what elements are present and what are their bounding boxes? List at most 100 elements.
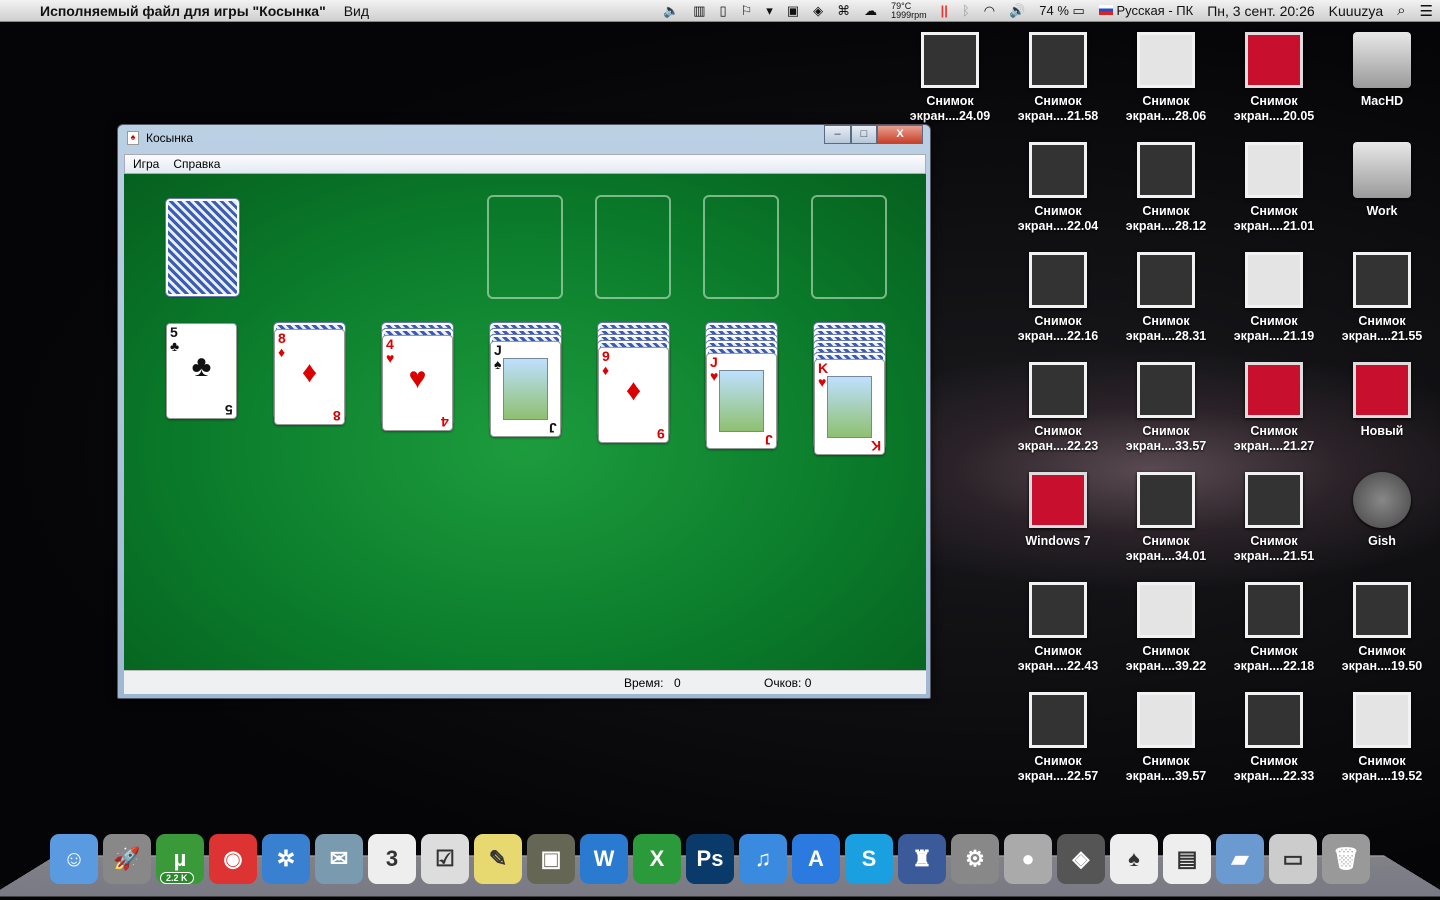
dock-document-icon[interactable]: ▤ <box>1163 834 1211 884</box>
dropdown-icon[interactable]: ▾ <box>766 3 773 19</box>
dock-solitaire-icon[interactable]: ♠ <box>1110 834 1158 884</box>
desktop-icon[interactable]: Снимок экран....21.01 <box>1222 142 1326 234</box>
volume-status-icon[interactable]: 🔈 <box>663 3 679 19</box>
fan-icon[interactable]: ☁ <box>864 3 877 19</box>
desktop-icon[interactable]: Work <box>1330 142 1434 219</box>
desktop-icon[interactable]: Снимок экран....22.57 <box>1006 692 1110 784</box>
bluetooth-icon[interactable]: ᛒ <box>962 3 970 18</box>
dock-calendar-icon[interactable]: 3 <box>368 834 416 884</box>
battery-status[interactable]: 74 % ▭ <box>1039 3 1085 19</box>
dock-iphoto-icon[interactable]: ▣ <box>527 834 575 884</box>
dock-folder-icon[interactable]: ▰ <box>1216 834 1264 884</box>
desktop-icon[interactable]: Снимок экран....21.58 <box>1006 32 1110 124</box>
dock-glyph: A <box>808 846 824 871</box>
command-icon[interactable]: ⌘ <box>837 3 850 19</box>
foundation-slot[interactable] <box>811 195 887 299</box>
desktop-icon[interactable]: Снимок экран....39.57 <box>1114 692 1218 784</box>
temperature-readout[interactable]: 79°C 1999rpm <box>891 1 927 20</box>
foundation-slot[interactable] <box>703 195 779 299</box>
desktop-icon[interactable]: Снимок экран....22.16 <box>1006 252 1110 344</box>
desktop-icon[interactable]: Windows 7 <box>1006 472 1110 549</box>
desktop-icon[interactable]: Gish <box>1330 472 1434 549</box>
maximize-button[interactable]: □ <box>851 125 877 144</box>
dock-utorrent-icon[interactable]: µ 2.2 K <box>156 834 204 884</box>
icon-label: Снимок <box>1358 644 1406 658</box>
dock-reminders-icon[interactable]: ☑ <box>421 834 469 884</box>
device-status-icon[interactable]: ▥ <box>693 3 705 19</box>
face-up-card[interactable]: J♠♠J <box>490 341 561 437</box>
desktop-icon[interactable]: MacHD <box>1330 32 1434 109</box>
menu-help[interactable]: Справка <box>173 157 220 171</box>
spotlight-search-icon[interactable]: ⌕ <box>1397 2 1405 19</box>
dock-photoshop-icon[interactable]: Ps <box>686 834 734 884</box>
desktop-icon[interactable]: Снимок экран....22.43 <box>1006 582 1110 674</box>
face-up-card[interactable]: J♥♥J <box>706 353 777 449</box>
foundation-slot[interactable] <box>487 195 563 299</box>
notification-center-icon[interactable]: ☰ <box>1420 2 1433 20</box>
dock-safari-icon[interactable]: ✲ <box>262 834 310 884</box>
flag-icon[interactable]: ⚐ <box>741 3 753 19</box>
volume-icon[interactable]: 🔊 <box>1009 3 1025 19</box>
dock-chrome-icon[interactable]: ◉ <box>209 834 257 884</box>
dock-word-icon[interactable]: W <box>580 834 628 884</box>
dock-excel-icon[interactable]: X <box>633 834 681 884</box>
dock-skype-icon[interactable]: S <box>845 834 893 884</box>
dock-finder-icon[interactable]: ☺ <box>50 834 98 884</box>
dock-app-store-icon[interactable]: A <box>792 834 840 884</box>
input-source-label: Русская - ПК <box>1116 3 1194 18</box>
game-board[interactable]: 5♣♣5 8♦♦8 4♥♥4 J♠♠J 9♦♦9 J♥♥J K♥♥K <box>124 174 926 670</box>
desktop-icon[interactable]: Снимок экран....21.55 <box>1330 252 1434 344</box>
stock-pile[interactable] <box>165 198 240 297</box>
desktop-icon[interactable]: Снимок экран....28.06 <box>1114 32 1218 124</box>
desktop-icon[interactable]: Снимок экран....39.22 <box>1114 582 1218 674</box>
desktop-icon[interactable]: Снимок экран....22.18 <box>1222 582 1326 674</box>
desktop-icon[interactable]: Снимок экран....19.50 <box>1330 582 1434 674</box>
desktop-icon[interactable]: Снимок экран....24.09 <box>898 32 1002 124</box>
desktop-icon[interactable]: Снимок экран....28.12 <box>1114 142 1218 234</box>
dock-automator-icon[interactable]: ♜ <box>898 834 946 884</box>
desktop-icon[interactable]: Снимок экран....19.52 <box>1330 692 1434 784</box>
app-status-icon[interactable]: ▣ <box>787 3 799 19</box>
dock-trash-icon[interactable]: 🗑 <box>1322 834 1370 884</box>
desktop-icon[interactable]: Снимок экран....34.01 <box>1114 472 1218 564</box>
menu-view[interactable]: Вид <box>344 3 369 19</box>
desktop-icon[interactable]: Снимок экран....22.33 <box>1222 692 1326 784</box>
dropbox-icon[interactable]: ◈ <box>813 3 823 19</box>
time-value: 0 <box>674 676 681 690</box>
card-rank-bottom: 5 <box>225 402 233 418</box>
menu-game[interactable]: Игра <box>133 157 159 171</box>
desktop-icon[interactable]: Снимок экран....28.31 <box>1114 252 1218 344</box>
close-button[interactable]: X <box>877 125 923 144</box>
dock-stickies-icon[interactable]: ✎ <box>474 834 522 884</box>
desktop-icon[interactable]: Новый <box>1330 362 1434 439</box>
desktop-icon[interactable]: Снимок экран....21.19 <box>1222 252 1326 344</box>
dock-window-stack-icon[interactable]: ▭ <box>1269 834 1317 884</box>
card-suit-icon: ♦ <box>625 374 642 407</box>
battery-tool-icon[interactable]: ▯ <box>719 3 726 19</box>
input-source[interactable]: Русская - ПК <box>1098 3 1194 18</box>
desktop-icon[interactable]: Снимок экран....21.27 <box>1222 362 1326 454</box>
face-up-card[interactable]: K♥♥K <box>814 359 885 455</box>
user-menu[interactable]: Kuuuzya <box>1329 3 1383 19</box>
face-up-card[interactable]: 9 ♦ ♦ 9 <box>598 347 669 443</box>
app-menu[interactable]: Исполняемый файл для игры "Косынка" <box>40 3 326 19</box>
dock-mail-icon[interactable]: ✉ <box>315 834 363 884</box>
pause-icon[interactable]: || <box>941 3 948 18</box>
desktop-icon[interactable]: Снимок экран....22.23 <box>1006 362 1110 454</box>
desktop-icon[interactable]: Снимок экран....21.51 <box>1222 472 1326 564</box>
face-up-card[interactable]: 4 ♥ ♥ 4 <box>382 335 453 431</box>
desktop-icon[interactable]: Снимок экран....22.04 <box>1006 142 1110 234</box>
dock-steam-icon[interactable]: ◈ <box>1057 834 1105 884</box>
wifi-icon[interactable]: ◠ <box>984 3 995 19</box>
face-up-card[interactable]: 5 ♣ ♣ 5 <box>166 323 237 419</box>
desktop-icon[interactable]: Снимок экран....33.57 <box>1114 362 1218 454</box>
minimize-button[interactable]: – <box>824 125 851 144</box>
clock[interactable]: Пн, 3 сент. 20:26 <box>1207 3 1314 19</box>
desktop-icon[interactable]: Снимок экран....20.05 <box>1222 32 1326 124</box>
dock-system-preferences-icon[interactable]: ⚙ <box>951 834 999 884</box>
foundation-slot[interactable] <box>595 195 671 299</box>
face-up-card[interactable]: 8 ♦ ♦ 8 <box>274 329 345 425</box>
dock-launchpad-icon[interactable]: 🚀 <box>103 834 151 884</box>
dock-itunes-icon[interactable]: ♫ <box>739 834 787 884</box>
dock-robot-app-icon[interactable]: ● <box>1004 834 1052 884</box>
